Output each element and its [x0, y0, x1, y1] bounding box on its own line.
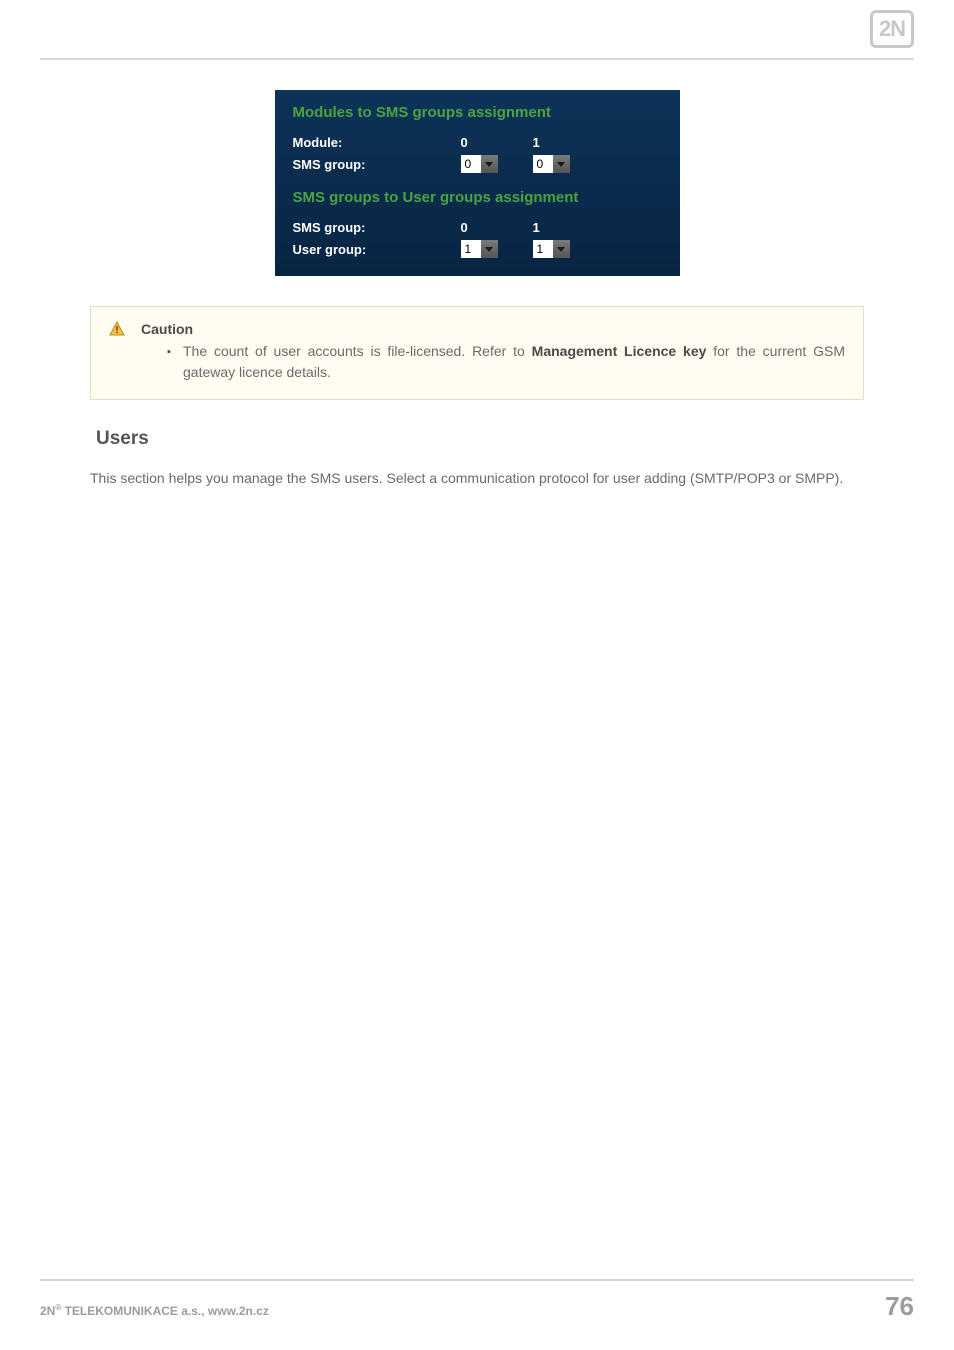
user-group-select-1[interactable]: 1: [533, 240, 570, 258]
brand-logo: 2N: [870, 10, 914, 48]
page-content: Modules to SMS groups assignment Module:…: [0, 60, 954, 489]
sms-group-col-1: 1: [533, 220, 605, 235]
user-group-select-0[interactable]: 1: [461, 240, 498, 258]
user-group-row: User group: 1 1: [293, 238, 662, 260]
caution-title: Caution: [141, 321, 193, 337]
config-panel-wrap: Modules to SMS groups assignment Module:…: [90, 90, 864, 276]
config-panel: Modules to SMS groups assignment Module:…: [275, 90, 680, 276]
module-label: Module:: [293, 135, 461, 150]
chevron-down-icon: [553, 240, 570, 258]
caution-text-pre: The count of user accounts is file-licen…: [183, 343, 532, 359]
footer-brand: 2N: [40, 1304, 55, 1318]
page-footer: 2N® TELEKOMUNIKACE a.s., www.2n.cz 76: [40, 1279, 914, 1322]
page-number: 76: [885, 1291, 914, 1322]
warning-icon: [109, 321, 125, 337]
user-group-label: User group:: [293, 242, 461, 257]
caution-header: Caution: [109, 321, 845, 337]
panel-heading-modules: Modules to SMS groups assignment: [293, 104, 662, 121]
page-header: 2N: [40, 0, 914, 60]
caution-item: The count of user accounts is file-licen…: [167, 341, 845, 383]
panel-heading-users: SMS groups to User groups assignment: [293, 189, 662, 206]
caution-body: The count of user accounts is file-licen…: [109, 341, 845, 383]
sms-group-row: SMS group: 0 0: [293, 153, 662, 175]
sms-group-label-2: SMS group:: [293, 220, 461, 235]
chevron-down-icon: [481, 240, 498, 258]
footer-company: TELEKOMUNIKACE a.s., www.2n.cz: [61, 1304, 269, 1318]
section-body: This section helps you manage the SMS us…: [90, 468, 864, 489]
sms-group-col-0: 0: [461, 220, 533, 235]
sms-group-select-0-value: 0: [461, 155, 481, 173]
caution-box: Caution The count of user accounts is fi…: [90, 306, 864, 400]
user-group-select-0-value: 1: [461, 240, 481, 258]
caution-text-bold: Management Licence key: [532, 343, 707, 359]
module-col-1: 1: [533, 135, 605, 150]
sms-group-select-0[interactable]: 0: [461, 155, 498, 173]
module-header-row: Module: 0 1: [293, 131, 662, 153]
section-title-users: Users: [96, 428, 864, 450]
sms-group-label: SMS group:: [293, 157, 461, 172]
sms-group-select-1[interactable]: 0: [533, 155, 570, 173]
chevron-down-icon: [481, 155, 498, 173]
brand-logo-text: 2N: [879, 16, 905, 42]
module-col-0: 0: [461, 135, 533, 150]
chevron-down-icon: [553, 155, 570, 173]
user-group-select-1-value: 1: [533, 240, 553, 258]
sms-group-header-row: SMS group: 0 1: [293, 216, 662, 238]
sms-group-select-1-value: 0: [533, 155, 553, 173]
footer-left: 2N® TELEKOMUNIKACE a.s., www.2n.cz: [40, 1303, 269, 1318]
